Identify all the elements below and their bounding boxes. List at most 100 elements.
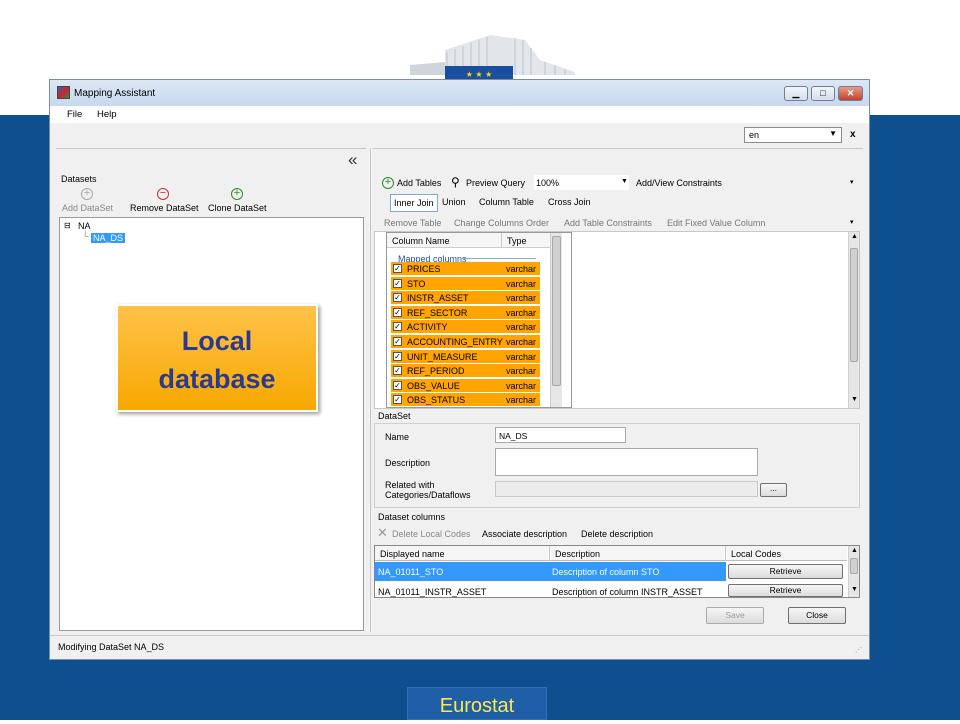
query-canvas[interactable]: Column Name Type Mapped columns ✓ PRICES v…	[374, 231, 860, 409]
add-icon: +	[81, 188, 93, 200]
mapped-column-row[interactable]: ✓ OBS_STATUS varchar	[391, 393, 540, 407]
toolbar-overflow-icon[interactable]: ▾	[850, 218, 854, 226]
splitter[interactable]	[370, 148, 371, 632]
table-scrollbar[interactable]	[550, 233, 562, 407]
divider	[501, 233, 502, 248]
union-button[interactable]: Union	[442, 197, 466, 207]
european-commission-logo: ★ ★ ★	[410, 35, 575, 82]
add-view-constraints-button[interactable]: Add/View Constraints	[636, 178, 722, 188]
mapped-table[interactable]: Column Name Type Mapped columns ✓ PRICES v…	[386, 232, 572, 408]
checkbox[interactable]: ✓	[393, 278, 402, 288]
mapped-column-row[interactable]: ✓ PRICES varchar	[391, 262, 540, 275]
menu-file[interactable]: File	[67, 109, 82, 120]
tree-line-icon: └	[82, 231, 89, 241]
column-name: OBS_STATUS	[407, 395, 466, 406]
resize-grip-icon[interactable]: ⋰	[855, 646, 862, 654]
cross-join-button[interactable]: Cross Join	[548, 197, 591, 207]
description-label: Description	[385, 458, 431, 468]
collapse-panel-button[interactable]: «	[348, 150, 357, 170]
checkbox[interactable]: ✓	[393, 337, 402, 346]
minimize-button[interactable]: ▁	[784, 86, 808, 101]
associate-description-button[interactable]: Associate description	[482, 529, 567, 539]
table-row[interactable]: NA_01011_INSTR_ASSET Description of colu…	[375, 582, 726, 598]
name-input[interactable]: NA_DS	[495, 427, 626, 443]
dataset-columns-section-title: Dataset columns	[378, 512, 446, 522]
close-window-button[interactable]: ✕	[838, 86, 863, 101]
mapped-column-row[interactable]: ✓ REF_PERIOD varchar	[391, 364, 540, 378]
mapped-column-row[interactable]: ✓ INSTR_ASSET varchar	[391, 291, 540, 305]
column-type: varchar	[506, 337, 537, 347]
clone-dataset-button[interactable]: Clone DataSet	[208, 203, 267, 213]
query-toolbar: + Add Tables ⚲ Preview Query 100% ▼ Add/…	[374, 174, 860, 191]
save-button[interactable]: Save	[706, 607, 764, 624]
divider	[725, 546, 726, 561]
checkbox[interactable]: ✓	[393, 380, 402, 390]
mapped-column-row[interactable]: ✓ ACCOUNTING_ENTRY varchar	[391, 335, 540, 348]
delete-local-codes-button[interactable]: Delete Local Codes	[392, 529, 471, 539]
column-name: ACTIVITY	[407, 322, 448, 333]
remove-icon: −	[157, 188, 169, 200]
checkbox[interactable]: ✓	[393, 366, 402, 376]
chevron-up-icon[interactable]: ▲	[851, 547, 858, 554]
chevron-down-icon[interactable]: ▼	[851, 586, 858, 593]
mapped-column-row[interactable]: ✓ UNIT_MEASURE varchar	[391, 349, 540, 363]
scrollbar-thumb[interactable]	[850, 248, 858, 362]
mapped-column-row[interactable]: ✓ STO varchar	[391, 276, 540, 290]
menu-help[interactable]: Help	[97, 109, 117, 120]
change-columns-order-button[interactable]: Change Columns Order	[454, 218, 549, 228]
scrollbar-thumb[interactable]	[850, 558, 858, 574]
remove-table-button[interactable]: Remove Table	[384, 218, 441, 228]
tree-node-ds[interactable]: NA_DS	[91, 233, 126, 243]
add-dataset-button[interactable]: Add DataSet	[62, 203, 113, 213]
edit-fixed-value-column-button[interactable]: Edit Fixed Value Column	[667, 218, 765, 228]
language-select[interactable]: en ▼	[744, 127, 842, 143]
preview-query-button[interactable]: Preview Query	[466, 178, 525, 188]
mapped-column-row[interactable]: ✓ OBS_VALUE varchar	[391, 378, 540, 392]
close-button[interactable]: Close	[788, 607, 846, 624]
tree-expand-icon[interactable]: ⊟	[64, 221, 71, 230]
checkbox[interactable]: ✓	[393, 395, 402, 405]
divider	[56, 148, 366, 149]
related-input[interactable]	[495, 481, 758, 497]
chevron-up-icon[interactable]: ▲	[851, 233, 858, 240]
browse-button[interactable]: ...	[760, 483, 787, 497]
remove-dataset-button[interactable]: Remove DataSet	[130, 203, 199, 213]
maximize-button[interactable]: □	[811, 86, 835, 101]
zoom-select[interactable]: 100% ▼	[534, 175, 629, 190]
toolbar-overflow-icon[interactable]: ▾	[850, 178, 854, 186]
checkbox[interactable]: ✓	[393, 351, 402, 361]
row-name: NA_01011_INSTR_ASSET	[378, 587, 487, 597]
datasets-section-title: Datasets	[61, 174, 97, 184]
retrieve-button[interactable]: Retrieve	[728, 564, 843, 579]
name-label: Name	[385, 432, 410, 442]
dataset-tree[interactable]: ⊟ NA └ NA_DS	[59, 217, 364, 631]
scrollbar-thumb[interactable]	[552, 236, 561, 386]
table-row[interactable]: NA_01011_STO Description of column STO	[375, 562, 726, 581]
row-description: Description of column INSTR_ASSET	[552, 587, 703, 597]
tree-node-root[interactable]: NA	[78, 221, 91, 231]
checkbox[interactable]: ✓	[393, 307, 402, 317]
retrieve-button[interactable]: Retrieve	[728, 584, 843, 597]
related-label-2: Categories/Dataflows	[385, 490, 471, 500]
canvas-scrollbar[interactable]: ▲ ▼	[848, 232, 859, 408]
chevron-down-icon[interactable]: ▼	[851, 396, 858, 403]
grid-scrollbar[interactable]: ▲ ▼	[848, 546, 859, 597]
add-table-constraints-button[interactable]: Add Table Constraints	[564, 218, 652, 228]
search-icon: ⚲	[451, 175, 460, 189]
mapped-column-row[interactable]: ✓ ACTIVITY varchar	[391, 320, 540, 334]
add-tables-button[interactable]: Add Tables	[397, 178, 441, 188]
checkbox[interactable]: ✓	[393, 293, 402, 303]
column-type: varchar	[506, 307, 537, 318]
checkbox[interactable]: ✓	[393, 322, 402, 332]
description-input[interactable]	[495, 448, 758, 476]
language-value: en	[749, 130, 760, 140]
app-icon	[57, 86, 70, 99]
inner-join-button[interactable]: Inner Join	[390, 194, 438, 212]
mapped-column-row[interactable]: ✓ REF_SECTOR varchar	[391, 305, 540, 319]
checkbox[interactable]: ✓	[393, 264, 402, 273]
column-table-button[interactable]: Column Table	[479, 197, 534, 207]
delete-description-button[interactable]: Delete description	[581, 529, 653, 539]
dataset-columns-grid[interactable]: Displayed name Description Local Codes N…	[374, 545, 860, 598]
language-close-button[interactable]: x	[850, 129, 856, 140]
header-local-codes: Local Codes	[731, 549, 782, 559]
